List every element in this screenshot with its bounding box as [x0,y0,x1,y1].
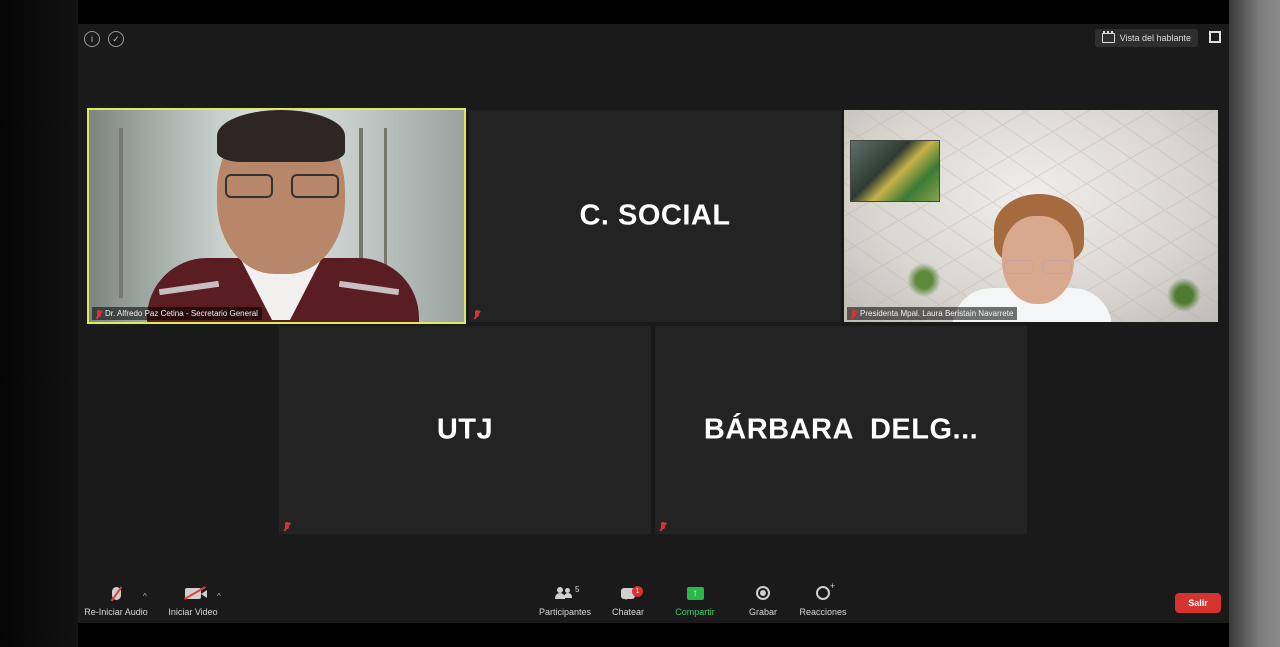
plant [1164,275,1204,315]
mic-muted-icon [473,310,481,319]
audio-options-chevron-icon[interactable]: ^ [143,592,147,601]
letterbox-left [0,0,78,647]
record-button[interactable]: Grabar [747,582,779,617]
audio-label: Re-Iniciar Audio [84,607,148,617]
participant-tile-c-social[interactable]: C. SOCIAL [469,110,841,322]
info-icon[interactable]: i [84,31,100,47]
video-off-icon [185,587,207,599]
mic-muted-icon [850,310,858,319]
leave-meeting-button[interactable]: Salir [1175,593,1221,613]
record-label: Grabar [748,607,777,617]
participant-display-name: C. SOCIAL [579,199,731,232]
participant-name-label: Presidenta Mpal. Laura Beristain Navarre… [847,307,1018,320]
participant-tile-laura[interactable]: Presidenta Mpal. Laura Beristain Navarre… [844,110,1218,322]
participants-button[interactable]: 5 Participantes [538,582,592,617]
chat-icon: 1 [621,585,643,600]
speaker-view-button[interactable]: Vista del hablante [1094,29,1198,47]
mic-muted-icon [111,586,121,600]
reactions-icon [816,581,835,600]
letterbox-bottom [78,623,1229,647]
participant-hair [217,110,345,162]
share-screen-button[interactable]: ↑ Compartir [674,582,716,617]
video-label: Iniciar Video [168,607,218,617]
mic-muted-icon [659,522,667,531]
fullscreen-icon[interactable] [1209,31,1221,43]
participant-name-label: Dr. Alfredo Paz Cetina - Secretario Gene… [92,307,262,320]
speaker-view-label: Vista del hablante [1119,33,1191,43]
wall-painting [850,140,940,202]
plant [904,260,944,300]
reactions-button[interactable]: Reacciones [799,581,847,617]
zoom-meeting-window: i ✓ Vista del hablante Dr. Alfredo Paz C… [78,24,1229,623]
meeting-control-bar: Re-Iniciar Audio ^ Iniciar Video ^ 5 Par… [78,581,1229,623]
view-grid-icon [1101,31,1115,43]
glasses [1004,260,1074,276]
participants-icon [555,587,575,599]
participant-tile-barbara[interactable]: BÁRBARA DELG... [655,326,1027,534]
participant-tile-alfredo[interactable]: Dr. Alfredo Paz Cetina - Secretario Gene… [87,108,466,324]
letterbox-top [78,0,1229,24]
participant-display-name: BÁRBARA DELG... [703,413,979,446]
participants-label: Participantes [538,607,592,617]
mic-muted-icon [283,522,291,531]
share-label: Compartir [675,607,715,617]
chat-button[interactable]: 1 Chatear [611,582,645,617]
participant-name: Presidenta Mpal. Laura Beristain Navarre… [860,309,1014,318]
share-screen-icon: ↑ [686,586,704,600]
mic-muted-icon [95,310,103,319]
reactions-label: Reacciones [799,607,847,617]
participant-tile-utj[interactable]: UTJ [279,326,651,534]
audio-button[interactable]: Re-Iniciar Audio [83,582,149,617]
letterbox-right [1229,0,1280,647]
video-options-chevron-icon[interactable]: ^ [217,592,221,601]
glasses [225,174,343,200]
participant-display-name: UTJ [436,413,494,446]
video-button[interactable]: Iniciar Video [166,582,220,617]
chat-label: Chatear [611,607,645,617]
shield-icon[interactable]: ✓ [108,31,124,47]
participant-name: Dr. Alfredo Paz Cetina - Secretario Gene… [105,309,258,318]
window-frame [119,128,123,298]
chat-unread-badge: 1 [632,585,643,597]
participants-count: 5 [575,585,580,594]
record-icon [756,586,770,600]
